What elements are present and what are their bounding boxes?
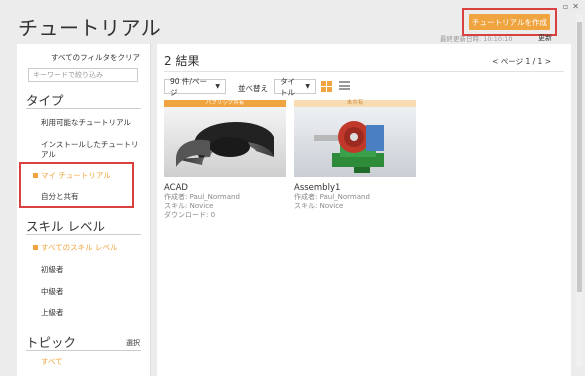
create-tutorial-button[interactable]: チュートリアルを作成 (469, 14, 550, 30)
restore-icon[interactable]: ▫ (563, 2, 568, 11)
close-icon[interactable]: ✕ (572, 2, 579, 11)
keyword-filter-input[interactable]: キーワードで絞り込み (28, 68, 138, 82)
topic-select-link[interactable]: 選択 (126, 338, 140, 348)
pagination[interactable]: < ページ 1 / 1 > (492, 56, 551, 67)
type-heading: タイプ (26, 93, 64, 108)
skill-beginner[interactable]: 初級者 (41, 265, 141, 275)
per-page-value: 90 件/ページ (170, 76, 207, 97)
tutorials-window: ▫ ✕ チュートリアル チュートリアルを作成 最終更新日時: 10:10:10 … (0, 0, 585, 376)
card-downloads: ダウンロード: 0 (164, 211, 216, 219)
page-title: チュートリアル (18, 16, 162, 40)
card-skill: スキル: Novice (294, 202, 344, 210)
chevron-down-icon: ▼ (305, 83, 310, 90)
tutorial-card-assembly1[interactable]: 未共有 Assembly1 作成者: Paul_Normand スキル: Nov… (294, 100, 416, 211)
type-my-tutorials[interactable]: マイ チュートリアル (33, 171, 141, 181)
last-updated-label: 最終更新日時: 10:10:10 (440, 35, 513, 43)
topic-all[interactable]: すべて (41, 357, 141, 367)
tutorial-card-acad[interactable]: パブリック共有 ACAD 作成者: Paul_Normand スキル: Novi… (164, 100, 286, 220)
selected-bullet-icon (33, 173, 38, 178)
list-view-icon[interactable] (339, 81, 350, 92)
skill-all-levels[interactable]: すべてのスキル レベル (33, 243, 141, 253)
results-count: 2 結果 (164, 54, 200, 68)
divider (26, 108, 141, 109)
skill-all-levels-label: すべてのスキル レベル (41, 243, 118, 252)
filter-sidebar: すべてのフィルタをクリア キーワードで絞り込み タイプ 利用可能なチュートリアル… (17, 44, 151, 376)
grid-view-icon[interactable] (321, 81, 332, 92)
divider (26, 350, 141, 351)
type-available-tutorials[interactable]: 利用可能なチュートリアル (41, 118, 141, 128)
assembly1-thumbnail (294, 107, 416, 177)
type-shared-with-me[interactable]: 自分と共有 (41, 192, 141, 202)
share-status-badge: パブリック共有 (164, 100, 286, 107)
card-skill: スキル: Novice (164, 202, 214, 210)
card-title[interactable]: Assembly1 (294, 183, 416, 193)
type-my-tutorials-label: マイ チュートリアル (41, 171, 111, 180)
divider (26, 234, 141, 235)
refresh-link[interactable]: 更新 (538, 33, 552, 43)
create-button-highlight: チュートリアルを作成 (462, 8, 557, 36)
card-title[interactable]: ACAD (164, 183, 286, 193)
topic-heading: トピック (26, 335, 77, 350)
per-page-dropdown[interactable]: 90 件/ページ ▼ (164, 77, 226, 97)
clear-filters-link[interactable]: すべてのフィルタをクリア (51, 52, 140, 63)
selected-bullet-icon (33, 245, 38, 250)
card-author: 作成者: Paul_Normand (294, 193, 370, 201)
share-status-badge: 未共有 (294, 100, 416, 107)
acad-thumbnail (164, 107, 286, 177)
scrollbar-thumb[interactable] (577, 22, 582, 292)
sort-dropdown[interactable]: タイトル ▼ (274, 77, 316, 97)
skill-intermediate[interactable]: 中級者 (41, 287, 141, 297)
divider (164, 71, 564, 72)
sort-value: タイトル (280, 76, 295, 97)
window-controls: ▫ ✕ (563, 2, 579, 11)
skill-heading: スキル レベル (26, 219, 105, 234)
type-installed-tutorials[interactable]: インストールしたチュートリアル (41, 140, 141, 160)
card-author: 作成者: Paul_Normand (164, 193, 240, 201)
results-panel: 2 結果 < ページ 1 / 1 > 90 件/ページ ▼ 並べ替え タイトル … (157, 44, 571, 376)
sort-label: 並べ替え (238, 84, 268, 93)
skill-advanced[interactable]: 上級者 (41, 308, 141, 318)
chevron-down-icon: ▼ (215, 83, 220, 90)
